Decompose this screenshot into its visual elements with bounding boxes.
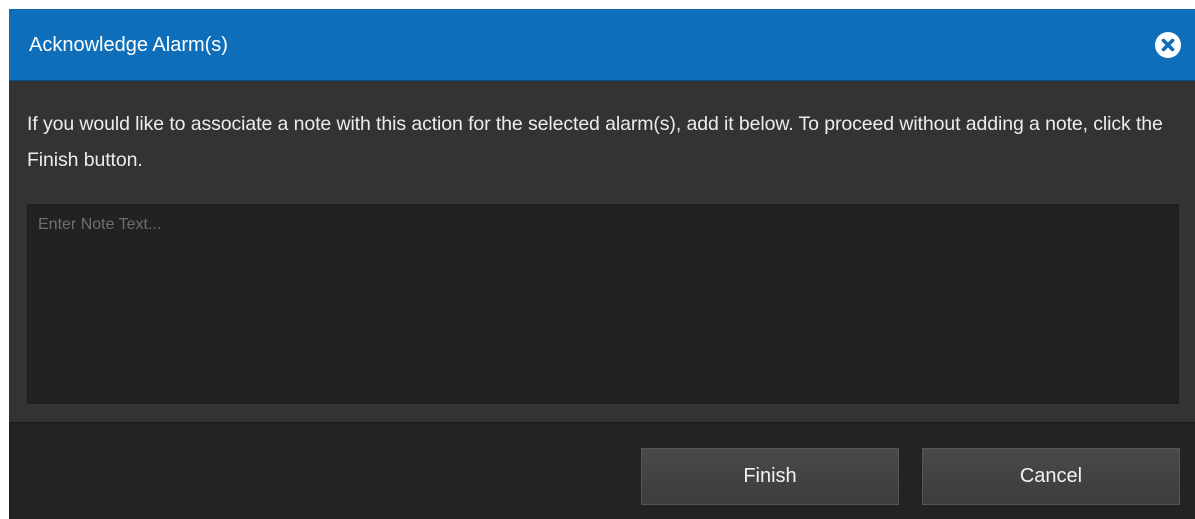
dialog-title: Acknowledge Alarm(s)	[29, 34, 228, 56]
close-icon[interactable]	[1155, 32, 1181, 58]
note-text-input[interactable]	[27, 204, 1179, 404]
dialog-titlebar: Acknowledge Alarm(s)	[9, 9, 1195, 81]
dialog-body: If you would like to associate a note wi…	[9, 81, 1195, 422]
dialog-footer: Finish Cancel	[9, 422, 1195, 519]
cancel-button[interactable]: Cancel	[922, 448, 1180, 505]
finish-button[interactable]: Finish	[641, 448, 899, 505]
instruction-text: If you would like to associate a note wi…	[27, 113, 1163, 171]
acknowledge-alarm-dialog: Acknowledge Alarm(s) If you would like t…	[9, 9, 1195, 519]
